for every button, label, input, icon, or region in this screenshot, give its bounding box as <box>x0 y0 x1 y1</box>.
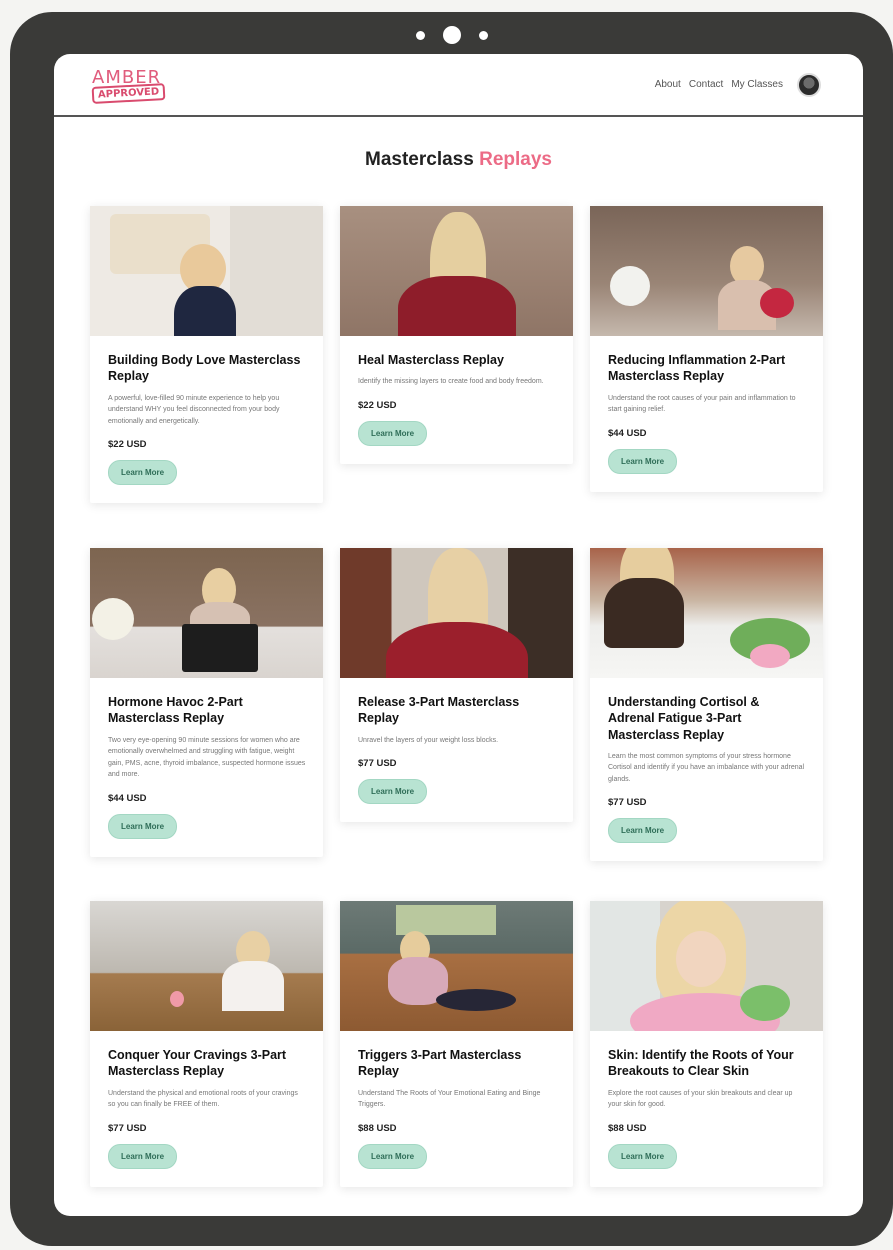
card-image[interactable] <box>590 206 823 336</box>
learn-more-button[interactable]: Learn More <box>358 779 428 805</box>
card-description: A powerful, love-filled 90 minute experi… <box>108 394 280 425</box>
learn-more-button[interactable]: Learn More <box>358 1143 428 1169</box>
masterclass-card: Heal Masterclass Replay Identify the mis… <box>340 206 573 464</box>
card-image[interactable] <box>90 548 323 678</box>
card-title: Reducing Inflammation 2-Part Masterclass… <box>608 353 786 384</box>
card-title: Skin: Identify the Roots of Your Breakou… <box>608 1048 794 1079</box>
learn-more-button[interactable]: Learn More <box>108 1143 178 1169</box>
camera-lens-icon <box>442 26 461 44</box>
card-title: Conquer Your Cravings 3-Part Masterclass… <box>108 1048 287 1079</box>
card-title: Building Body Love Masterclass Replay <box>108 353 301 384</box>
card-price: $88 USD <box>358 1122 397 1134</box>
card-title: Release 3-Part Masterclass Replay <box>358 695 520 726</box>
card-title: Hormone Havoc 2-Part Masterclass Replay <box>108 695 243 726</box>
learn-more-button[interactable]: Learn More <box>608 1143 678 1169</box>
camera-dot-icon <box>415 30 425 40</box>
masterclass-card: Release 3-Part Masterclass Replay Unrave… <box>340 548 573 823</box>
learn-more-button[interactable]: Learn More <box>358 420 428 446</box>
card-image[interactable] <box>590 548 823 678</box>
card-image[interactable] <box>340 901 573 1031</box>
nav-about[interactable]: About <box>655 79 681 90</box>
page-title-accent: Replays <box>479 149 552 170</box>
masterclass-card: Triggers 3-Part Masterclass Replay Under… <box>340 901 573 1187</box>
card-price: $22 USD <box>108 439 147 451</box>
card-title: Understanding Cortisol & Adrenal Fatigue… <box>608 695 760 742</box>
card-title: Triggers 3-Part Masterclass Replay <box>358 1048 522 1079</box>
logo-stamp: APPROVED <box>91 82 166 104</box>
masterclass-card: Skin: Identify the Roots of Your Breakou… <box>590 901 823 1187</box>
site-header: AMBER APPROVED About Contact My Classes <box>54 54 863 117</box>
masterclass-card: Understanding Cortisol & Adrenal Fatigue… <box>590 548 823 862</box>
card-price: $77 USD <box>608 797 647 809</box>
card-description: Learn the most common symptoms of your s… <box>608 752 805 783</box>
page-title: Masterclass Replays <box>54 149 863 171</box>
avatar[interactable] <box>797 72 821 97</box>
learn-more-button[interactable]: Learn More <box>608 818 678 844</box>
masterclass-card: Reducing Inflammation 2-Part Masterclass… <box>590 206 823 492</box>
card-price: $22 USD <box>358 399 397 411</box>
card-image[interactable] <box>340 548 573 678</box>
card-description: Explore the root causes of your skin bre… <box>608 1089 793 1109</box>
masterclass-card: Conquer Your Cravings 3-Part Masterclass… <box>90 901 323 1187</box>
learn-more-button[interactable]: Learn More <box>108 813 178 839</box>
card-image[interactable] <box>90 206 323 336</box>
card-description: Identify the missing layers to create fo… <box>358 378 544 386</box>
camera-dot-icon <box>478 30 488 40</box>
card-image[interactable] <box>90 901 323 1031</box>
card-image[interactable] <box>340 206 573 336</box>
screen: AMBER APPROVED About Contact My Classes … <box>54 54 863 1216</box>
card-price: $44 USD <box>108 792 147 804</box>
page-title-main: Masterclass <box>365 149 474 170</box>
main-nav: About Contact My Classes <box>655 72 821 97</box>
card-price: $88 USD <box>608 1122 647 1134</box>
card-description: Understand the root causes of your pain … <box>608 394 796 414</box>
card-description: Understand The Roots of Your Emotional E… <box>358 1089 541 1109</box>
learn-more-button[interactable]: Learn More <box>108 460 178 486</box>
card-description: Unravel the layers of your weight loss b… <box>358 736 499 744</box>
card-description: Two very eye-opening 90 minute sessions … <box>108 736 306 779</box>
amber-approved-logo[interactable]: AMBER APPROVED <box>91 65 178 105</box>
masterclass-card: Hormone Havoc 2-Part Masterclass Replay … <box>90 548 323 857</box>
nav-my-classes[interactable]: My Classes <box>731 79 783 90</box>
card-price: $77 USD <box>358 758 397 770</box>
camera-dots <box>415 26 488 44</box>
masterclass-card: Building Body Love Masterclass Replay A … <box>90 206 323 504</box>
card-title: Heal Masterclass Replay <box>358 353 504 367</box>
card-price: $77 USD <box>108 1122 147 1134</box>
nav-contact[interactable]: Contact <box>689 79 723 90</box>
learn-more-button[interactable]: Learn More <box>608 448 678 474</box>
card-image[interactable] <box>590 901 823 1031</box>
card-price: $44 USD <box>608 427 647 439</box>
tablet-frame: AMBER APPROVED About Contact My Classes … <box>10 12 893 1246</box>
card-description: Understand the physical and emotional ro… <box>108 1089 298 1109</box>
